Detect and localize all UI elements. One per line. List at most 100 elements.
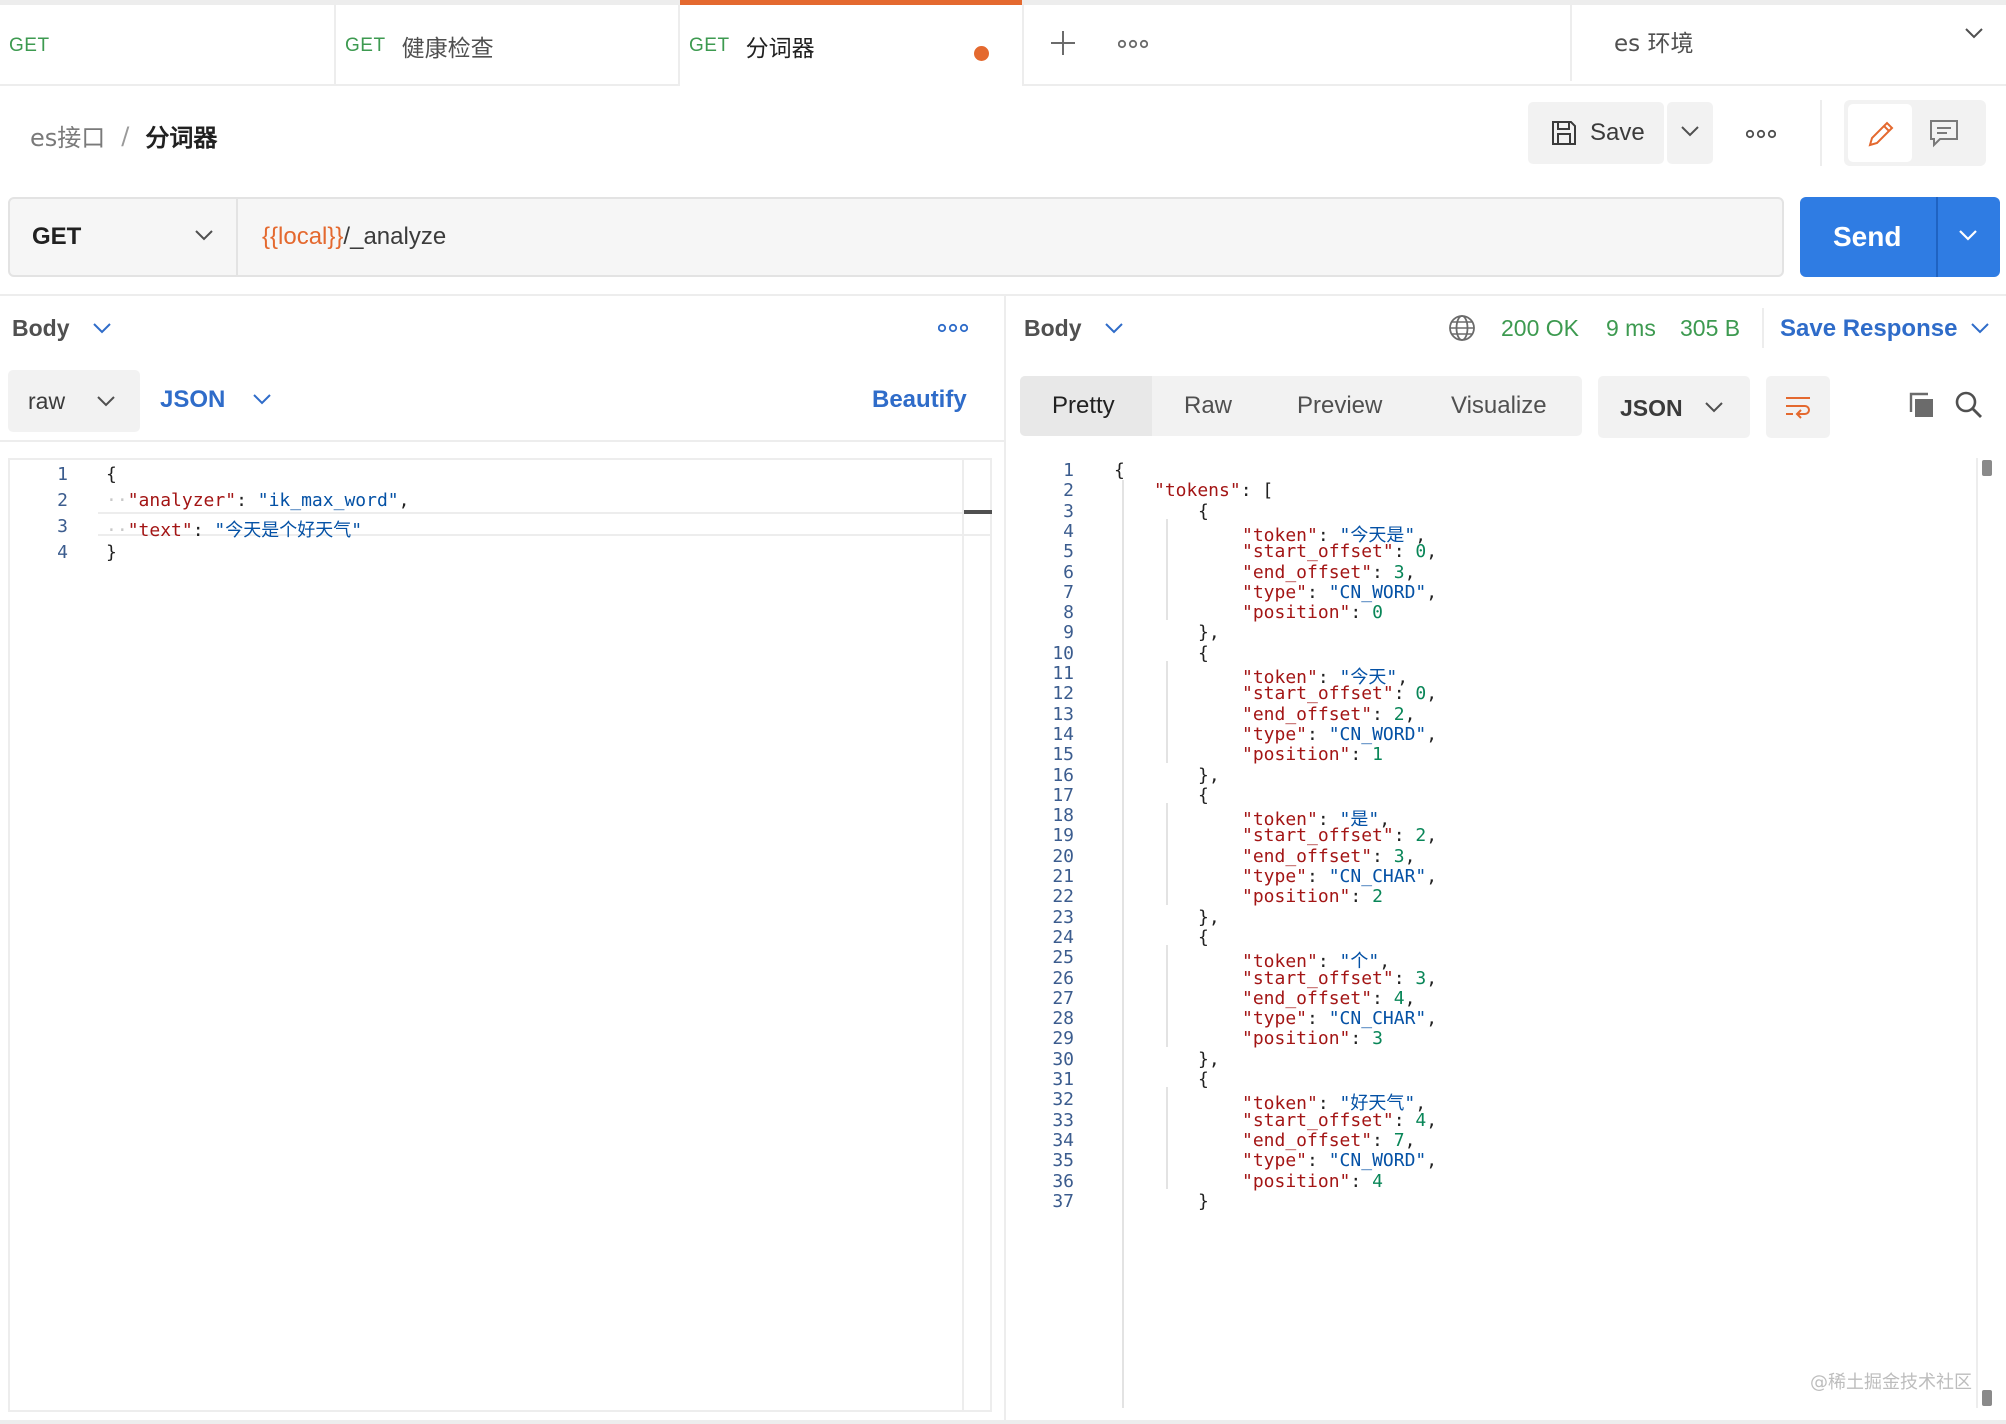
- line-number: 10: [1052, 642, 1074, 664]
- environment-label: es 环境: [1614, 30, 1694, 57]
- line-number: 9: [1063, 622, 1074, 644]
- chevron-down-icon[interactable]: [1958, 228, 1978, 242]
- url-input[interactable]: {{local}}/_analyze: [262, 223, 446, 251]
- save-response-button[interactable]: Save Response: [1780, 315, 1957, 343]
- response-body-viewer[interactable]: 1{2 "tokens": [3{4 "token": "今天是", 5 "start_…: [1020, 458, 2004, 1408]
- response-scrollbar[interactable]: [1976, 458, 1978, 1408]
- line-number: 1: [1063, 460, 1074, 481]
- copy-icon[interactable]: [1906, 390, 1936, 420]
- line-number: 20: [1052, 845, 1074, 867]
- indent-guide: [1166, 518, 1168, 621]
- code-line: "type": "CN_WORD",: [1242, 723, 1438, 745]
- response-time[interactable]: 9 ms: [1606, 315, 1656, 342]
- code-line: "position": 0: [1242, 602, 1383, 624]
- body-language-select[interactable]: JSON: [160, 386, 225, 414]
- chevron-down-icon: [1681, 126, 1699, 137]
- request-more-icon[interactable]: [1745, 120, 1777, 146]
- request-tab-1[interactable]: GET: [0, 5, 336, 86]
- breadcrumb-separator: /: [121, 121, 130, 150]
- environment-selector[interactable]: es 环境: [1570, 0, 2006, 81]
- scrollbar-thumb-top[interactable]: [1982, 460, 1992, 476]
- code-line: {: [1198, 642, 1209, 664]
- wrap-lines-button[interactable]: [1766, 376, 1830, 438]
- line-number: 27: [1052, 987, 1074, 1009]
- chevron-down-icon: [195, 230, 213, 241]
- code-line: {: [1198, 1069, 1209, 1090]
- indent-guide: [1166, 1087, 1168, 1189]
- beautify-button[interactable]: Beautify: [872, 386, 967, 414]
- globe-icon[interactable]: [1447, 313, 1477, 343]
- chevron-down-icon: [97, 396, 115, 407]
- save-button[interactable]: Save: [1528, 102, 1664, 164]
- line-number: 13: [1052, 703, 1074, 725]
- code-line: "tokens": [: [1154, 480, 1274, 502]
- code-line: "start_offset": 0,: [1242, 683, 1438, 705]
- code-line: "position": 3: [1242, 1028, 1383, 1050]
- response-body-label[interactable]: Body: [1024, 315, 1082, 342]
- pane-divider[interactable]: [1004, 296, 1006, 1424]
- code-line: "end_offset": 3,: [1242, 845, 1416, 867]
- request-body-editor[interactable]: 1 2 3 4 { ··"analyzer": "ik_max_word", ·…: [8, 458, 992, 1412]
- code-line: "start_offset": 4,: [1242, 1109, 1438, 1131]
- request-toolbar-divider: [0, 440, 1004, 442]
- indent-guide: [1166, 803, 1168, 905]
- tab-method: GET: [345, 34, 386, 56]
- code-line: {: [1114, 460, 1125, 481]
- chevron-down-icon[interactable]: [1104, 321, 1124, 335]
- chevron-down-icon[interactable]: [92, 321, 112, 335]
- line-number: 1: [57, 464, 68, 485]
- response-size[interactable]: 305 B: [1680, 315, 1740, 342]
- breadcrumb-parent[interactable]: es接口: [30, 118, 105, 153]
- tab-pretty[interactable]: Pretty: [1020, 376, 1152, 436]
- code-line: }: [1198, 1190, 1209, 1212]
- line-number: 6: [1063, 561, 1074, 583]
- tabs-more-icon[interactable]: [1117, 30, 1149, 56]
- tab-preview[interactable]: Preview: [1297, 376, 1382, 436]
- new-tab-plus-icon[interactable]: [1046, 28, 1080, 62]
- code-line: },: [1198, 906, 1220, 928]
- code-line: {: [106, 464, 117, 485]
- toolbar-divider: [1820, 100, 1822, 166]
- line-number: 17: [1052, 784, 1074, 806]
- line-number: 3: [57, 516, 68, 537]
- send-button[interactable]: Send: [1800, 197, 2000, 277]
- request-tab-tokenizer[interactable]: GET 分词器: [680, 0, 1024, 86]
- line-number: 16: [1052, 764, 1074, 786]
- comment-icon[interactable]: [1928, 118, 1960, 148]
- search-icon[interactable]: [1954, 390, 1984, 420]
- pencil-icon: [1868, 121, 1894, 147]
- tab-raw[interactable]: Raw: [1184, 376, 1232, 436]
- method-label: GET: [32, 223, 82, 250]
- line-number: 8: [1063, 602, 1074, 624]
- response-format-select[interactable]: JSON: [1598, 376, 1750, 438]
- request-tab-health-check[interactable]: GET 健康检查: [336, 5, 981, 86]
- body-more-icon[interactable]: [937, 317, 969, 340]
- code-line: "end_offset": 7,: [1242, 1129, 1416, 1151]
- edit-mode-button[interactable]: [1848, 104, 1912, 162]
- request-body-label[interactable]: Body: [12, 315, 70, 342]
- indent-guide: [1122, 480, 1124, 1408]
- code-line: "type": "CN_CHAR",: [1242, 1008, 1438, 1030]
- chevron-down-icon[interactable]: [252, 392, 272, 406]
- code-line: {: [1198, 926, 1209, 948]
- line-number: 28: [1052, 1008, 1074, 1030]
- code-line: "end_offset": 4,: [1242, 987, 1416, 1009]
- status-badge[interactable]: 200 OK: [1501, 315, 1579, 342]
- line-number: 5: [1063, 541, 1074, 563]
- tab-visualize[interactable]: Visualize: [1451, 376, 1547, 436]
- section-divider: [0, 294, 2006, 296]
- body-mode-select[interactable]: raw: [8, 370, 140, 432]
- line-number: 12: [1052, 683, 1074, 705]
- code-line: "type": "CN_WORD",: [1242, 1150, 1438, 1172]
- page-title[interactable]: 分词器: [145, 118, 217, 153]
- chevron-down-icon[interactable]: [1970, 321, 1990, 335]
- code-line: "position": 2: [1242, 886, 1383, 908]
- save-options-button[interactable]: [1667, 102, 1713, 164]
- line-number: 30: [1052, 1048, 1074, 1070]
- tab-title: 健康检查: [401, 35, 494, 62]
- line-number: 37: [1052, 1190, 1074, 1212]
- save-disk-icon: [1552, 121, 1576, 145]
- scrollbar-thumb-bottom[interactable]: [1982, 1390, 1992, 1406]
- method-select[interactable]: GET: [10, 199, 238, 275]
- minimap-cursor: [964, 510, 992, 514]
